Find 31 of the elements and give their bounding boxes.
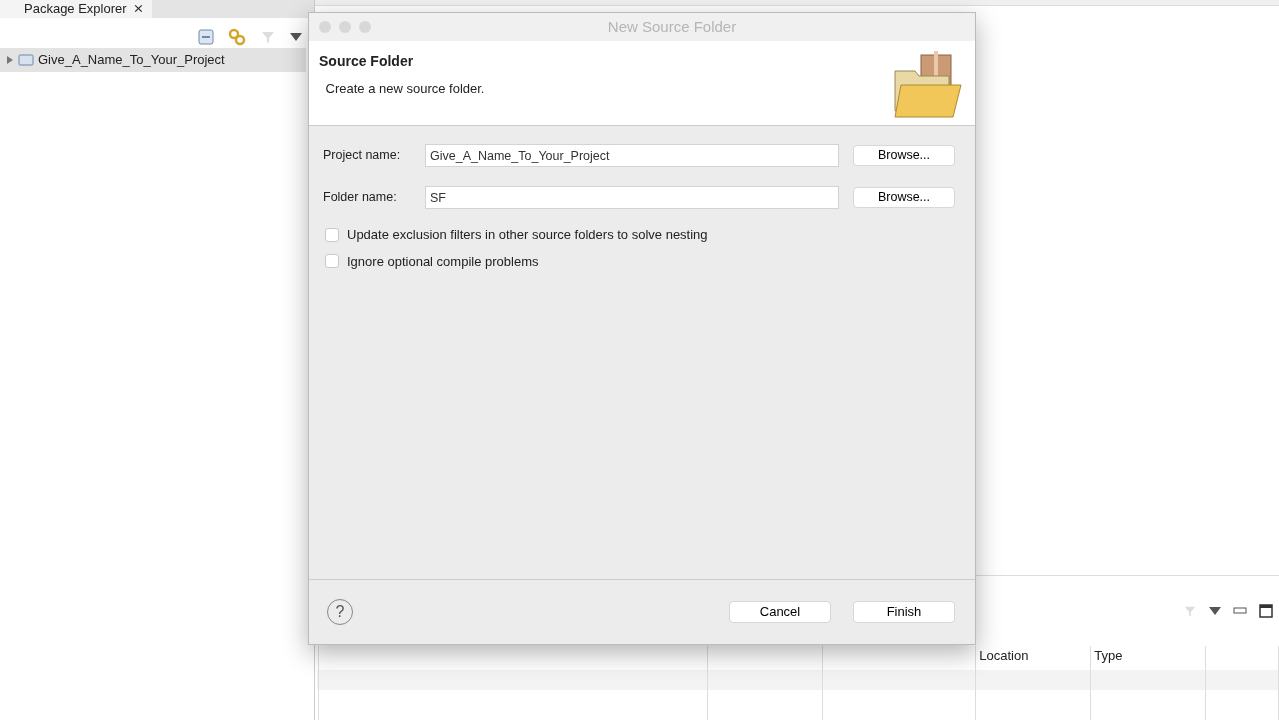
project-icon — [18, 52, 34, 67]
checkbox-label: Update exclusion filters in other source folders to solve nesting — [347, 226, 708, 244]
tree-item[interactable]: Give_A_Name_To_Your_Project — [0, 48, 306, 72]
window-title: New Source Folder — [606, 16, 738, 37]
checkbox[interactable] — [325, 254, 339, 269]
dialog-button[interactable]: Finish — [853, 601, 955, 623]
folder-icon — [891, 51, 963, 119]
filter-icon[interactable] — [1183, 604, 1197, 618]
close-icon[interactable] — [319, 21, 331, 33]
browse-button[interactable]: Browse... — [853, 145, 955, 166]
link-icon[interactable] — [228, 28, 246, 46]
maximize-icon[interactable] — [1259, 604, 1273, 618]
expand-icon[interactable] — [6, 55, 14, 64]
dialog-button[interactable]: Cancel — [729, 601, 831, 623]
text-field[interactable]: SF — [425, 186, 839, 209]
collapse-icon[interactable] — [198, 29, 214, 45]
view-menu-icon[interactable] — [290, 33, 302, 41]
zoom-icon[interactable] — [359, 21, 371, 33]
view-menu-icon[interactable] — [1209, 607, 1221, 615]
page-heading: Source Folder — [319, 52, 415, 71]
minimize-icon[interactable] — [1233, 607, 1247, 615]
view-tab[interactable]: Package Explorer ⨯ — [0, 0, 152, 18]
filter-icon[interactable] — [260, 29, 276, 45]
page-description: Create a new source folder. — [325, 79, 485, 98]
close-button[interactable]: ⨯ — [132, 0, 144, 18]
browse-button[interactable]: Browse... — [853, 187, 955, 208]
checkbox[interactable] — [325, 227, 339, 242]
field-label: Folder name: — [323, 189, 398, 207]
field-label: Project name: — [323, 147, 402, 165]
checkbox-label: Ignore optional compile problems — [347, 252, 539, 271]
text-field[interactable]: Give_A_Name_To_Your_Project — [425, 144, 839, 167]
